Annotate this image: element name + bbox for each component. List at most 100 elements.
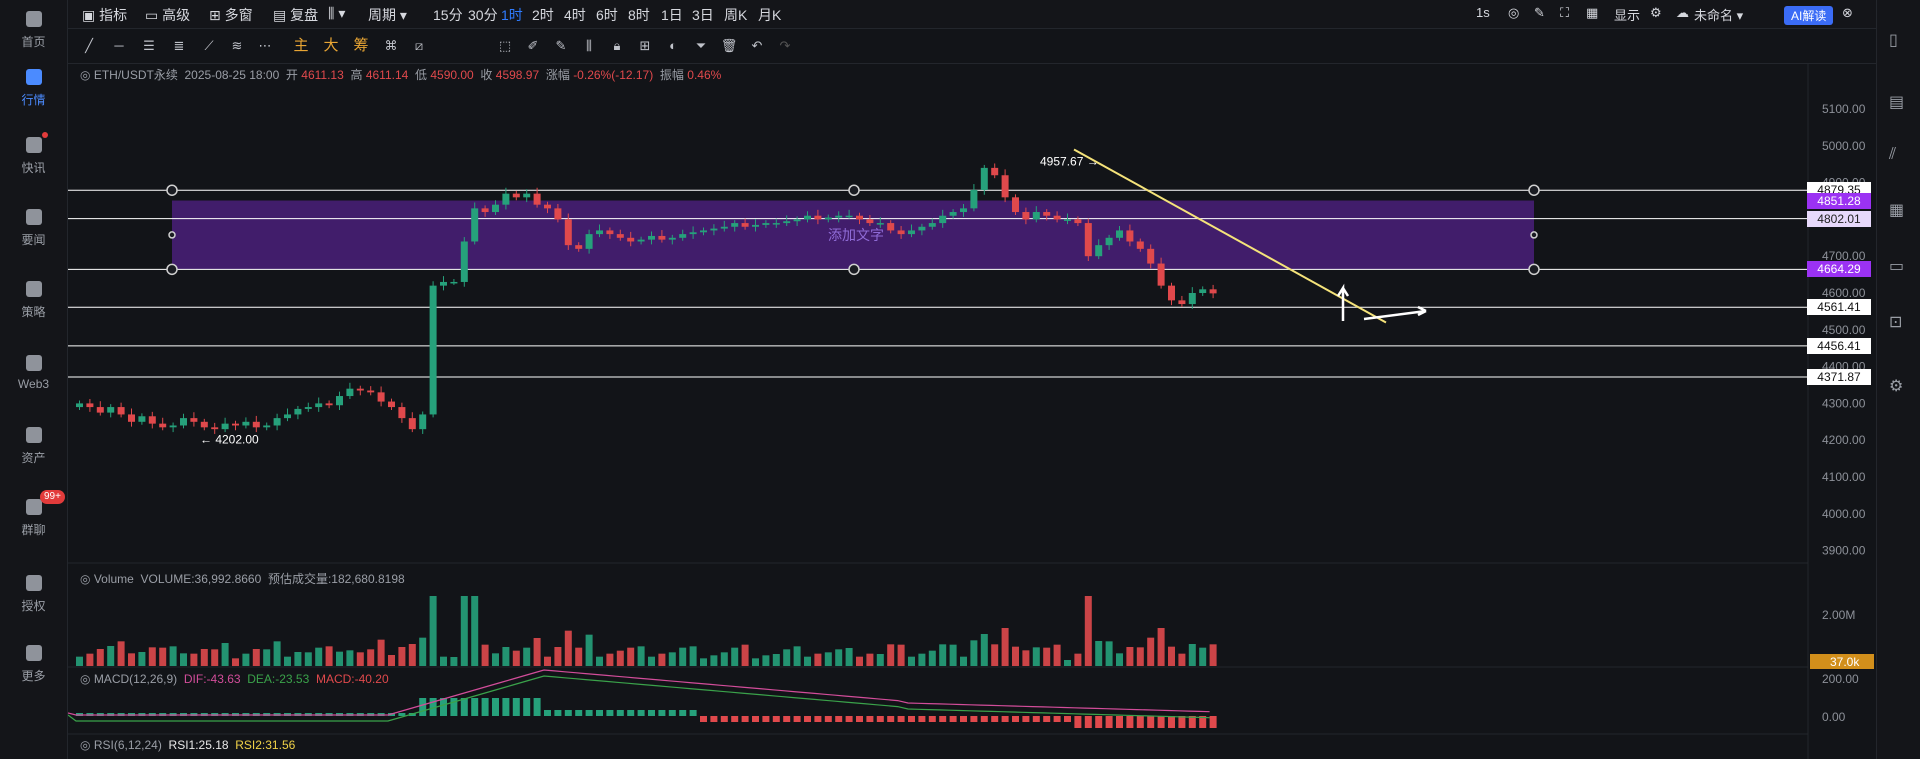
- candle-body: [1032, 212, 1040, 220]
- macd-bar: [1116, 716, 1123, 728]
- macd-bar: [1001, 716, 1009, 722]
- volume-bar: [887, 644, 895, 666]
- layout-icon[interactable]: ▦: [1586, 5, 1598, 21]
- lock-icon[interactable]: 🔒︎: [608, 37, 626, 55]
- undo-icon[interactable]: ↶: [748, 37, 766, 55]
- macd-bar: [1168, 716, 1175, 728]
- unnamed-layout[interactable]: 未命名 ▾: [1694, 5, 1743, 24]
- hide-icon[interactable]: ◐: [664, 37, 682, 55]
- nav-item-0[interactable]: 首页: [0, 8, 67, 50]
- amp-label: 振幅: [659, 68, 684, 82]
- highlighter-icon[interactable]: ✎: [552, 37, 570, 55]
- multi-window-button[interactable]: ⊞ 多窗: [209, 5, 253, 25]
- nav-item-2[interactable]: 快讯: [0, 132, 67, 176]
- replay-button[interactable]: ▤ 复盘: [273, 5, 318, 25]
- pen-icon[interactable]: ✎: [1534, 5, 1545, 21]
- ai-button[interactable]: AI解读: [1784, 6, 1834, 25]
- volume-bar: [388, 655, 395, 666]
- volume-bar: [596, 656, 603, 666]
- interval-9[interactable]: 周K: [724, 5, 747, 25]
- candle-body: [648, 235, 655, 240]
- indicators-button[interactable]: ▣ 指标: [82, 5, 127, 25]
- interval-10[interactable]: 月K: [758, 5, 781, 25]
- volume-bar: [689, 646, 697, 666]
- select-icon[interactable]: ⬚: [496, 37, 514, 55]
- candle-body: [315, 403, 323, 408]
- horizontal-line-icon[interactable]: ─: [110, 37, 128, 55]
- nav-item-3[interactable]: 要闻: [0, 206, 67, 248]
- filter-icon[interactable]: ⏷: [692, 37, 710, 55]
- fib-icon[interactable]: ≣: [170, 37, 188, 55]
- chips-button[interactable]: 筹: [352, 37, 370, 55]
- open-value: 4611.13: [301, 68, 344, 82]
- interval-6[interactable]: 8时: [628, 5, 650, 25]
- pattern-icon[interactable]: ≋: [228, 37, 246, 55]
- main-indicator-button[interactable]: 主: [292, 37, 310, 55]
- macd-bar: [835, 716, 843, 722]
- rsi1-value: RSI1:25.18: [168, 738, 229, 752]
- macd-bar: [918, 716, 926, 722]
- display-button[interactable]: 显示: [1614, 5, 1640, 24]
- orderbook-icon[interactable]: ▤: [1889, 92, 1904, 112]
- interval-0[interactable]: 15分: [433, 5, 463, 25]
- panel-icon[interactable]: ▯: [1889, 30, 1898, 50]
- volume-bar: [856, 656, 863, 666]
- close-icon[interactable]: ⊗: [1842, 5, 1853, 21]
- nav-item-9[interactable]: 更多: [0, 642, 67, 684]
- interval-8[interactable]: 3日: [692, 5, 714, 25]
- nav-item-8[interactable]: 授权: [0, 572, 67, 614]
- collapse-icon[interactable]: ◎: [80, 68, 94, 82]
- calendar-icon[interactable]: ▦: [1889, 200, 1904, 220]
- candle-body: [616, 234, 624, 238]
- candle-tool-icon[interactable]: ⫼: [580, 37, 598, 55]
- right-sidebar: ▯ ▤ ⫽ ▦ ▭ ⊡ ⚙: [1876, 0, 1920, 759]
- bot-icon[interactable]: ⊡: [1889, 312, 1902, 332]
- fullscreen-icon[interactable]: ⛶: [1560, 5, 1569, 21]
- volume-bar: [627, 647, 635, 666]
- measure-icon[interactable]: ⧄: [410, 37, 428, 55]
- volume-bar: [471, 596, 479, 666]
- macd-bar: [398, 713, 406, 716]
- macd-bar: [419, 698, 427, 716]
- price-chart[interactable]: 5100.005000.004900.004800.004700.004600.…: [68, 63, 1876, 759]
- trash-icon[interactable]: 🗑︎: [720, 37, 738, 55]
- redo-icon[interactable]: ↷: [776, 37, 794, 55]
- camera-icon[interactable]: ◎: [1508, 5, 1519, 21]
- candle-type-button[interactable]: ⫼ ▾: [328, 5, 345, 22]
- cloud-icon[interactable]: ☁: [1676, 5, 1689, 21]
- macd-bar: [710, 716, 718, 722]
- nav-item-5[interactable]: Web3: [0, 352, 67, 391]
- trendline-icon[interactable]: ╱: [80, 37, 98, 55]
- depth-icon[interactable]: ⫽: [1889, 146, 1896, 164]
- nav-item-1[interactable]: 行情: [0, 66, 67, 108]
- candle-body: [408, 418, 416, 430]
- ruler-icon[interactable]: ⟋: [200, 37, 218, 55]
- macd-bar: [1136, 716, 1144, 728]
- big-order-button[interactable]: 大: [322, 37, 340, 55]
- advanced-button[interactable]: ▭ 高级: [145, 5, 190, 25]
- nav-item-4[interactable]: 策略: [0, 278, 67, 320]
- change-value: -0.26%(-12.17): [573, 68, 654, 82]
- macd-bar: [845, 716, 853, 722]
- macd-dea: DEA:-23.53: [247, 672, 310, 686]
- volume-estimated: 预估成交量:182,680.8198: [267, 572, 405, 586]
- interval-2[interactable]: 1时: [501, 5, 523, 25]
- monitor-icon[interactable]: ▭: [1889, 256, 1904, 276]
- parallel-channel-icon[interactable]: ☰: [140, 37, 158, 55]
- nav-item-7[interactable]: 群聊 99+: [0, 490, 67, 538]
- interval-3[interactable]: 2时: [532, 5, 554, 25]
- speed-label[interactable]: 1s: [1476, 5, 1490, 20]
- volume-bar: [1209, 644, 1217, 666]
- nav-item-6[interactable]: 资产: [0, 424, 67, 466]
- settings-side-icon[interactable]: ⚙: [1889, 376, 1903, 396]
- more-tools-icon[interactable]: ⋯: [256, 37, 274, 55]
- period-button[interactable]: 周期 ▾: [368, 5, 407, 25]
- interval-4[interactable]: 4时: [564, 5, 586, 25]
- settings-icon[interactable]: ⚙: [1650, 5, 1662, 21]
- brush-icon[interactable]: ✐: [524, 37, 542, 55]
- interval-7[interactable]: 1日: [661, 5, 683, 25]
- interval-1[interactable]: 30分: [468, 5, 498, 25]
- interval-5[interactable]: 6时: [596, 5, 618, 25]
- magnet-icon[interactable]: ⌘: [382, 37, 400, 55]
- text-tool-icon[interactable]: ⊞: [636, 37, 654, 55]
